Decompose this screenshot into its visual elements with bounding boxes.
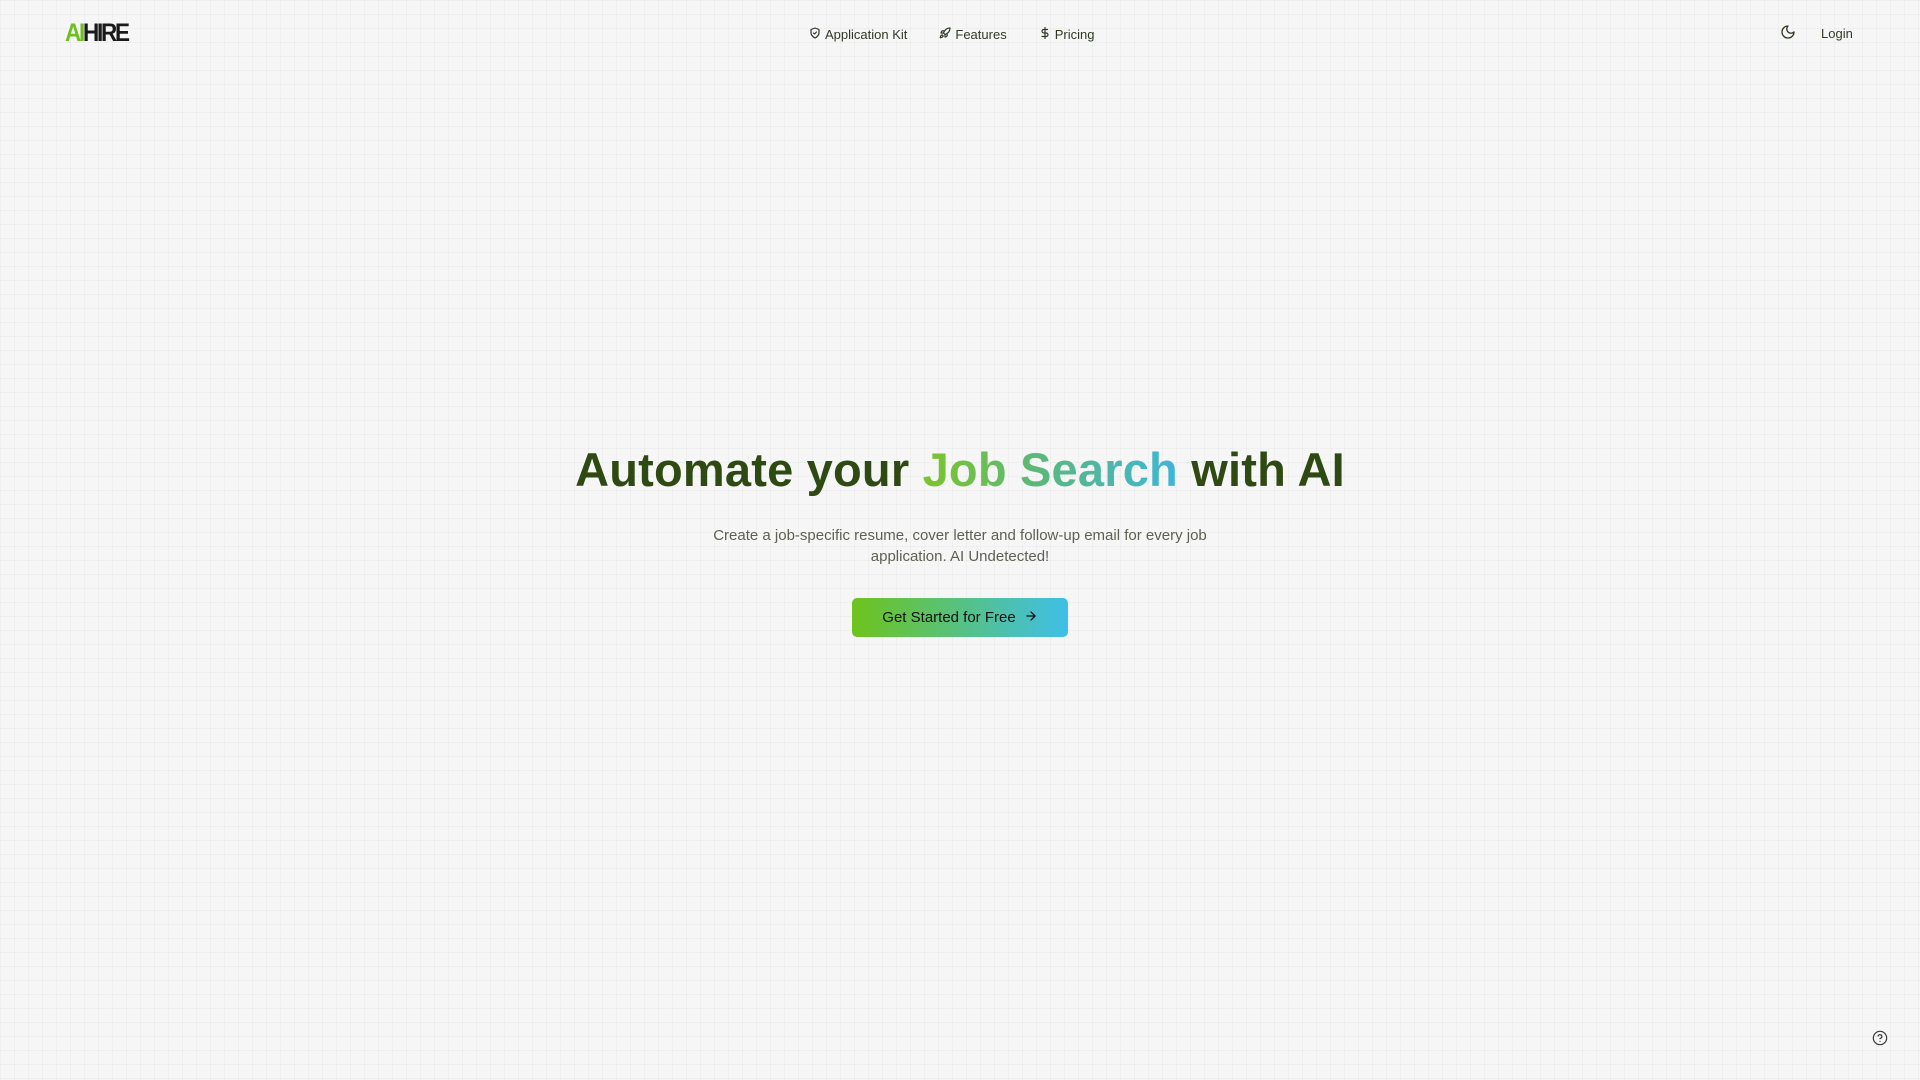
shield-icon [809,26,821,42]
hero-subtitle: Create a job-specific resume, cover lett… [713,527,1207,565]
rocket-icon [939,26,951,42]
get-started-button[interactable]: Get Started for Free [852,598,1068,637]
theme-toggle-button[interactable] [1778,24,1798,44]
arrow-right-icon [1024,609,1038,627]
nav-pricing-label: Pricing [1054,26,1095,42]
help-button[interactable] [1871,1030,1889,1051]
logo[interactable]: AI HIRE [65,19,130,47]
nav-features-label: Features [955,26,1007,42]
nav-features[interactable]: Features [939,26,1007,42]
logo-ai-text: AI [65,19,85,47]
nav-pricing[interactable]: Pricing [1039,26,1095,42]
top-navigation-bar: AI HIRE Application Kit Features Pricing … [0,0,1920,68]
get-started-button-label: Get Started for Free [882,609,1016,626]
hero-section: Automate your Job Search with AI Create … [0,440,1920,637]
dollar-icon [1039,26,1051,42]
logo-hire-text: HIRE [83,19,130,47]
hero-title-highlight: Job Search [922,443,1178,496]
moon-icon [1780,24,1796,45]
hero-title: Automate your Job Search with AI [0,440,1920,500]
login-link[interactable]: Login [1821,26,1853,41]
hero-title-prefix: Automate your [575,443,923,496]
nav-application-kit[interactable]: Application Kit [809,27,907,42]
main-nav: Application Kit Features Pricing [809,24,1094,44]
help-circle-icon [1872,1030,1888,1051]
hero-title-suffix: with AI [1177,443,1345,496]
nav-application-kit-label: Application Kit [825,26,908,42]
